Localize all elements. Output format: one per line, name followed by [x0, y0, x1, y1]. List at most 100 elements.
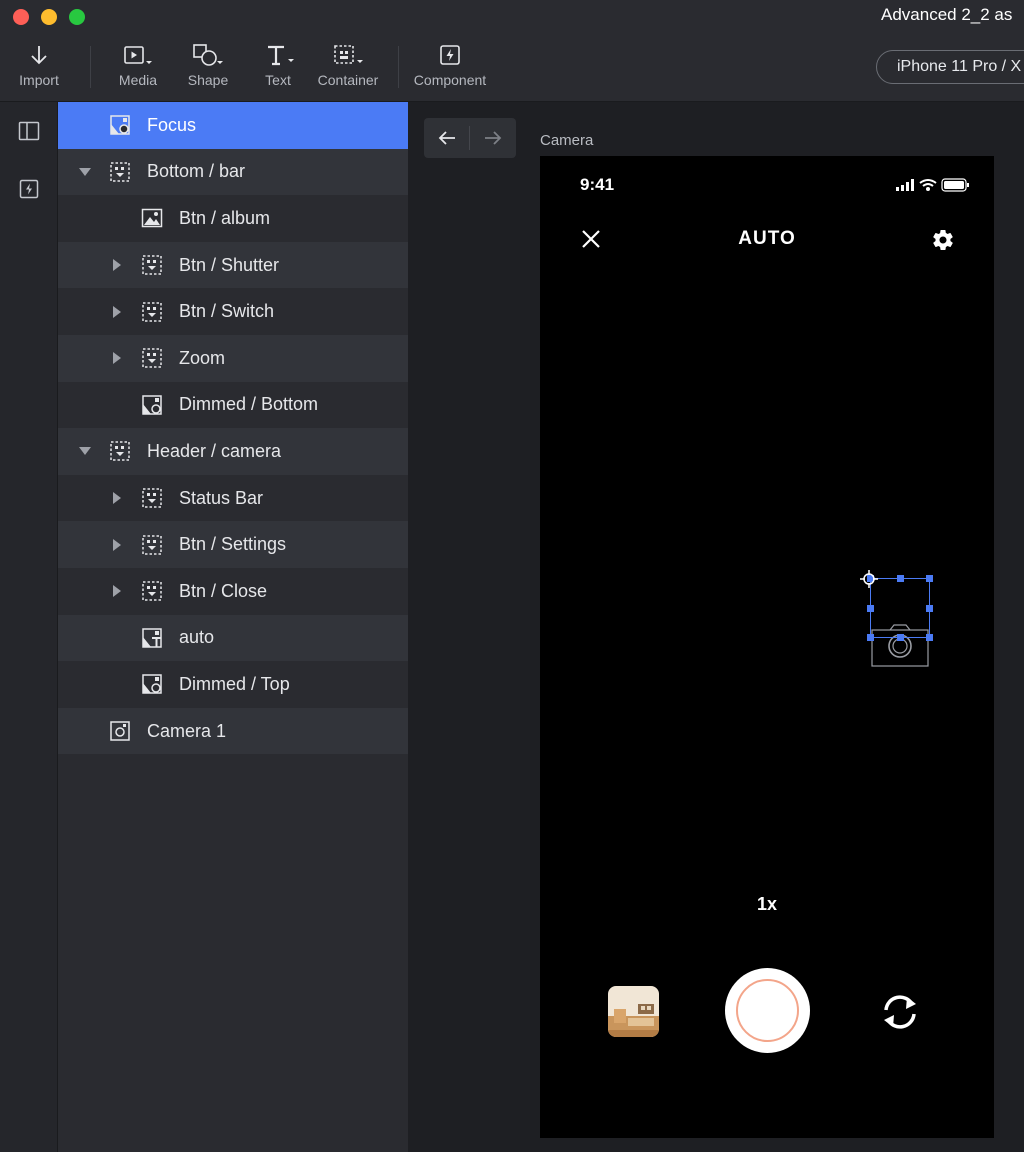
- device-select[interactable]: iPhone 11 Pro / X: [876, 50, 1024, 84]
- image-layer-icon: [108, 113, 132, 137]
- layer-row[interactable]: Btn / Settings: [58, 521, 408, 568]
- layer-row[interactable]: Btn / Shutter: [58, 241, 408, 289]
- layer-name: Btn / Settings: [179, 534, 287, 555]
- back-button[interactable]: [424, 118, 470, 158]
- shutter-ring: [736, 979, 799, 1042]
- import-button[interactable]: Import: [14, 42, 64, 92]
- canvas: Camera 9:41 AUTO 1x: [408, 102, 1024, 1152]
- container-button[interactable]: Container: [314, 42, 382, 92]
- layer-name: Btn / Close: [179, 580, 268, 601]
- resize-handle[interactable]: [897, 575, 904, 582]
- image-icon: [140, 206, 164, 230]
- settings-gear-icon[interactable]: [931, 228, 955, 252]
- layer-row[interactable]: auto: [58, 614, 408, 662]
- focus-selection-box[interactable]: [867, 575, 933, 641]
- status-icons: [896, 178, 969, 192]
- component-label: Component: [413, 72, 487, 88]
- arrow-right-icon: [485, 131, 502, 145]
- layer-row[interactable]: Header / camera: [58, 428, 408, 475]
- layer-row[interactable]: Dimmed / Bottom: [58, 382, 408, 429]
- container-icon: [108, 439, 132, 463]
- container-label: Container: [317, 72, 379, 88]
- container-icon: [108, 160, 132, 184]
- component-icon: [439, 42, 461, 68]
- layer-row[interactable]: Btn / album: [58, 195, 408, 242]
- layer-row[interactable]: Status Bar: [58, 475, 408, 522]
- camera-mode-label: AUTO: [738, 228, 796, 249]
- toolbar-divider: [90, 46, 91, 88]
- phone-frame[interactable]: 9:41 AUTO 1x: [540, 156, 994, 1138]
- album-thumbnail[interactable]: [608, 986, 659, 1037]
- frame-label: Camera: [540, 132, 594, 149]
- layer-row[interactable]: Focus: [58, 102, 408, 149]
- layer-name: Dimmed / Bottom: [179, 394, 319, 415]
- nav-separator: [469, 126, 470, 150]
- layer-name: auto: [179, 627, 215, 648]
- components-panel-icon[interactable]: [18, 178, 40, 200]
- resize-handle[interactable]: [926, 634, 933, 641]
- layer-name: Btn / Switch: [179, 301, 275, 322]
- zoom-window-button[interactable]: [69, 9, 85, 25]
- caret-down-icon[interactable]: [79, 166, 91, 178]
- layer-row[interactable]: Zoom: [58, 334, 408, 382]
- move-cursor-icon: [860, 570, 878, 588]
- caret-down-icon[interactable]: [79, 445, 91, 457]
- left-rail: [0, 102, 58, 1152]
- resize-handle[interactable]: [867, 605, 874, 612]
- component-button[interactable]: Component: [410, 42, 490, 92]
- caret-right-icon[interactable]: [111, 492, 123, 505]
- layer-row[interactable]: Btn / Switch: [58, 288, 408, 335]
- layers-panel-icon[interactable]: [18, 120, 40, 142]
- layer-row[interactable]: Btn / Close: [58, 568, 408, 615]
- layer-name: Btn / album: [179, 207, 271, 228]
- text-label: Text: [265, 72, 291, 88]
- layer-name: Btn / Shutter: [179, 254, 280, 275]
- forward-button[interactable]: [470, 118, 516, 158]
- container-icon: [140, 486, 164, 510]
- arrow-left-icon: [438, 131, 455, 145]
- zoom-level[interactable]: 1x: [540, 894, 994, 915]
- layer-row[interactable]: Bottom / bar: [58, 148, 408, 196]
- layer-row[interactable]: Dimmed / Top: [58, 661, 408, 708]
- layer-name: Header / camera: [147, 440, 282, 461]
- shape-icon: [192, 42, 224, 68]
- caret-right-icon[interactable]: [111, 538, 123, 551]
- media-play-icon: [123, 42, 153, 68]
- minimize-window-button[interactable]: [41, 9, 57, 25]
- layer-name: Camera 1: [147, 720, 227, 741]
- close-window-button[interactable]: [13, 9, 29, 25]
- text-button[interactable]: Text: [256, 42, 300, 92]
- layer-row[interactable]: Camera 1: [58, 707, 408, 755]
- toolbar: Advanced 2_2 as Import Media Shape Text …: [0, 0, 1024, 102]
- text-layer-icon: [140, 626, 164, 650]
- resize-handle[interactable]: [926, 605, 933, 612]
- history-nav: [424, 118, 516, 158]
- resize-handle[interactable]: [897, 634, 904, 641]
- caret-right-icon[interactable]: [111, 585, 123, 598]
- container-icon: [140, 253, 164, 277]
- shape-button[interactable]: Shape: [184, 42, 232, 92]
- layer-name: Dimmed / Top: [179, 673, 290, 694]
- import-arrow-icon: [29, 42, 49, 68]
- shutter-button[interactable]: [725, 968, 810, 1053]
- layer-panel: Focus Bottom / bar Btn / album Btn / Shutte…: [58, 102, 408, 1152]
- container-icon: [140, 579, 164, 603]
- media-button[interactable]: Media: [114, 42, 162, 92]
- layer-name: Bottom / bar: [147, 161, 246, 182]
- layer-name: Zoom: [179, 347, 226, 368]
- resize-handle[interactable]: [926, 575, 933, 582]
- status-time: 9:41: [580, 175, 615, 194]
- switch-camera-icon[interactable]: [876, 990, 924, 1034]
- window-title: Advanced 2_2 as: [881, 5, 1013, 24]
- caret-right-icon[interactable]: [111, 259, 123, 272]
- layer-name: Status Bar: [179, 487, 264, 508]
- import-label: Import: [19, 72, 59, 88]
- image-layer-icon: [140, 672, 164, 696]
- toolbar-divider: [398, 46, 399, 88]
- layer-name: Focus: [147, 114, 197, 135]
- resize-handle[interactable]: [867, 634, 874, 641]
- caret-right-icon[interactable]: [111, 305, 123, 318]
- text-tool-icon: [261, 42, 295, 68]
- container-icon: [140, 346, 164, 370]
- caret-right-icon[interactable]: [111, 352, 123, 365]
